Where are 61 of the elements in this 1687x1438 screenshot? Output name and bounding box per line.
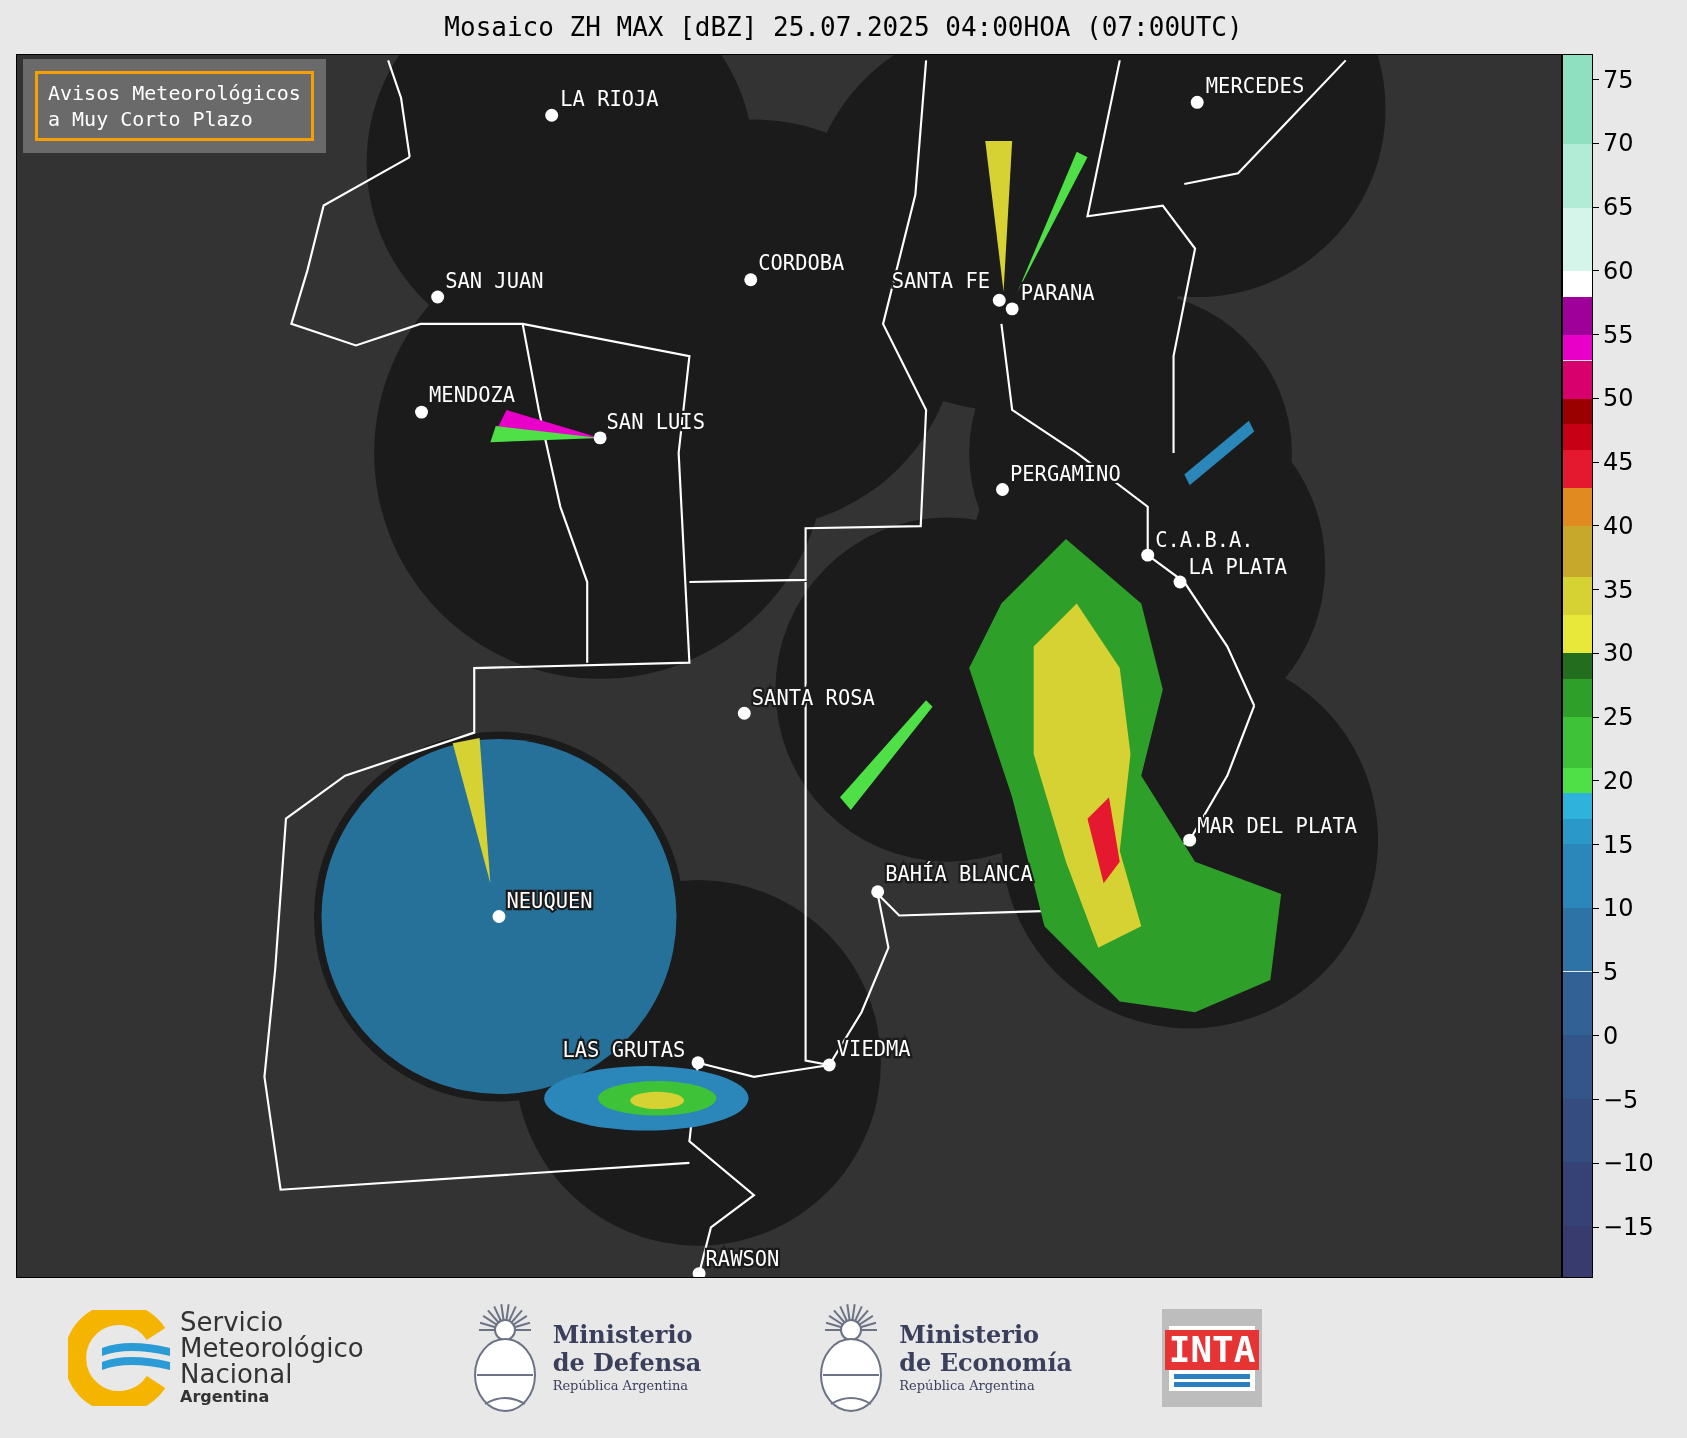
colorbar-tick-label: 30 (1603, 639, 1634, 668)
city-label: NEUQUEN (506, 888, 593, 913)
ministry-name: de Economía (899, 1349, 1073, 1377)
organization-country: Argentina (180, 1387, 271, 1407)
ministry-country: República Argentina (899, 1377, 1036, 1395)
inta-logo-text: INTA (1164, 1329, 1260, 1370)
colorbar-tick-label: 65 (1603, 193, 1634, 221)
city-label: RAWSON (705, 1247, 780, 1272)
city-marker (744, 273, 758, 287)
city-marker (691, 1056, 705, 1070)
city-label: SAN JUAN (445, 269, 544, 294)
colorbar-tick-label: 10 (1603, 894, 1634, 923)
organization-name: Servicio (180, 1309, 284, 1335)
organization-name: Meteorológico (180, 1335, 364, 1361)
city-marker (492, 910, 506, 923)
colorbar-tick-label: 45 (1603, 448, 1634, 476)
notice-text: Avisos Meteorológicos (48, 80, 301, 106)
map-title: Mosaico ZH MAX [dBZ] 25.07.2025 04:00HOA (07:00UTC) (444, 10, 1243, 44)
colorbar-tick-label: 5 (1603, 958, 1619, 986)
ministry-name: Ministerio (899, 1321, 1041, 1349)
colorbar-tick-label: 35 (1603, 575, 1634, 604)
city-marker (737, 706, 751, 720)
notice-text: a Muy Corto Plazo (48, 106, 254, 132)
colorbar-tick-label: −5 (1603, 1085, 1639, 1114)
radar-echo (1184, 420, 1255, 486)
organization-name: Nacional (180, 1361, 293, 1387)
colorbar-tick-label: 40 (1603, 511, 1634, 540)
colorbar-tick-label: 20 (1603, 766, 1634, 795)
city-marker (871, 885, 885, 899)
city-label: MAR DEL PLATA (1197, 813, 1358, 838)
city-marker (1005, 302, 1019, 316)
city-marker (992, 293, 1006, 307)
city-label: LAS GRUTAS (562, 1038, 686, 1063)
colorbar-tick-label: −15 (1603, 1213, 1654, 1241)
city-label: BAHÍA BLANCA (885, 862, 1033, 887)
city-label: MENDOZA (429, 383, 516, 408)
city-marker (1190, 95, 1204, 109)
city-marker (593, 431, 607, 445)
ministry-country: República Argentina (552, 1377, 690, 1395)
colorbar-tick-label: 55 (1603, 320, 1634, 349)
city-label: MERCEDES (1205, 73, 1305, 98)
colorbar-tick-label: 15 (1603, 830, 1634, 859)
colorbar-tick-label: −10 (1603, 1149, 1654, 1178)
colorbar-tick-label: 25 (1603, 703, 1634, 731)
colorbar-tick-label: 50 (1603, 384, 1634, 413)
city-label: LA PLATA (1188, 555, 1287, 580)
ministry-name: de Defensa (552, 1349, 702, 1377)
colorbar-tick-label: 70 (1603, 129, 1634, 158)
ministry-name: Ministerio (552, 1321, 694, 1349)
city-label: CORDOBA (758, 251, 845, 276)
city-label: C.A.B.A. (1155, 527, 1254, 552)
city-marker (1183, 833, 1197, 847)
city-label: LA RIOJA (560, 86, 659, 111)
colorbar-tick-label: 60 (1603, 256, 1634, 285)
city-label: PARANA (1020, 281, 1095, 306)
colorbar-tick-label: 0 (1603, 1021, 1619, 1050)
city-marker (545, 108, 559, 122)
city-marker (431, 290, 445, 304)
city-marker (415, 405, 428, 419)
colorbar-tick-label: 75 (1603, 65, 1634, 94)
city-marker (1173, 575, 1187, 589)
